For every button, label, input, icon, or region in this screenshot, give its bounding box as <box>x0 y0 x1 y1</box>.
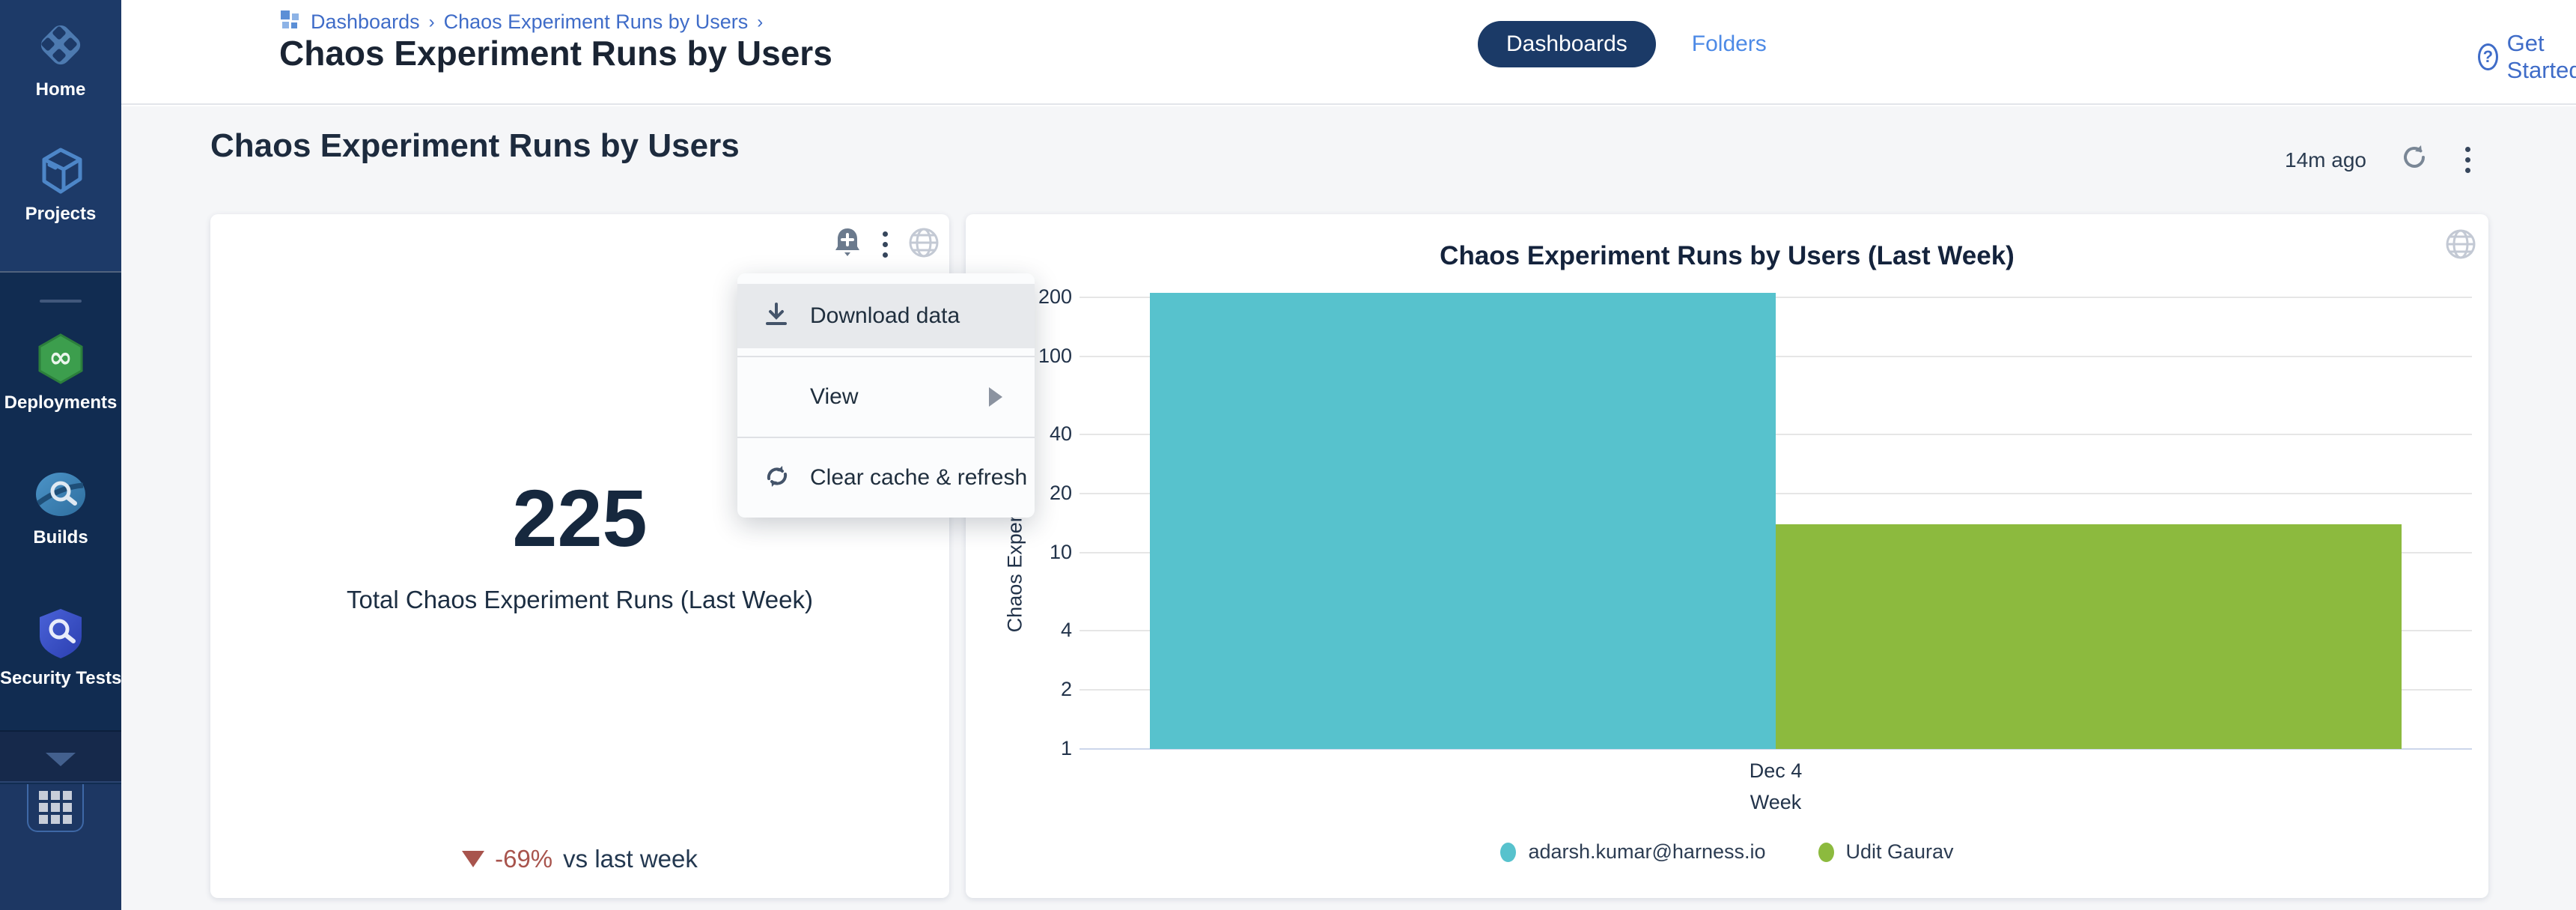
legend-dot-icon <box>1818 843 1834 862</box>
menu-item-download-data[interactable]: Download data <box>737 284 1035 348</box>
bar-series-1[interactable] <box>1150 293 1776 749</box>
question-circle-icon: ? <box>2478 43 2498 70</box>
tab-folders[interactable]: Folders <box>1692 31 1767 57</box>
download-icon <box>763 301 790 332</box>
down-triangle-icon <box>462 851 484 867</box>
sidebar-item-label: Security Tests <box>0 668 121 689</box>
breadcrumb-link-current[interactable]: Chaos Experiment Runs by Users <box>444 10 749 34</box>
sidebar-item-deployments[interactable]: ∞ Deployments <box>0 333 121 413</box>
sidebar-item-label: Builds <box>0 527 121 548</box>
kpi-delta-value: -69% <box>495 845 552 873</box>
submenu-arrow-icon <box>989 387 1002 407</box>
dashboard-refresh-controls: 14m ago <box>2285 142 2473 178</box>
sidebar-item-home[interactable]: Home <box>0 18 121 100</box>
harness-logo-icon <box>0 18 121 72</box>
sidebar-item-builds[interactable]: Builds <box>0 469 121 548</box>
sidebar-divider <box>40 300 82 303</box>
legend-item[interactable]: Udit Gaurav <box>1818 840 1954 864</box>
breadcrumb-link-dashboards[interactable]: Dashboards <box>311 10 420 34</box>
chart-tile: Chaos Experiment Runs by Users (Last Wee… <box>966 214 2488 898</box>
sidebar-item-label: Projects <box>0 204 121 225</box>
menu-item-clear-cache-refresh[interactable]: Clear cache & refresh <box>737 446 1035 510</box>
sidebar-item-label: Deployments <box>0 392 121 413</box>
menu-separator <box>737 437 1035 438</box>
sidebar-collapse-strip[interactable] <box>0 730 121 783</box>
menu-item-label: View <box>810 384 858 410</box>
kpi-delta: -69% vs last week <box>210 845 949 873</box>
sidebar-item-label: Home <box>0 79 121 100</box>
chart-legend: adarsh.kumar@harness.io Udit Gaurav <box>966 840 2488 864</box>
security-shield-icon <box>0 607 121 661</box>
breadcrumb-separator: › <box>757 12 763 33</box>
legend-item[interactable]: adarsh.kumar@harness.io <box>1500 840 1765 864</box>
globe-icon[interactable] <box>907 226 940 263</box>
get-started-label: Get Started <box>2507 30 2576 84</box>
dashboard-section-title: Chaos Experiment Runs by Users <box>210 127 740 165</box>
builds-drone-icon <box>0 469 121 520</box>
grid-icon <box>39 791 72 824</box>
x-axis-title: Week <box>1750 791 1802 814</box>
dashboard-content: Chaos Experiment Runs by Users 14m ago <box>121 106 2576 910</box>
page-title: Chaos Experiment Runs by Users <box>279 33 832 73</box>
menu-separator <box>737 356 1035 357</box>
svg-text:∞: ∞ <box>49 341 73 374</box>
breadcrumb: Dashboards › Chaos Experiment Runs by Us… <box>281 9 763 35</box>
legend-label: Udit Gaurav <box>1846 840 1954 864</box>
kpi-tile-more-icon[interactable] <box>880 228 891 261</box>
y-axis-tick-label: 10 <box>982 541 1072 564</box>
header-tabs: Dashboards Folders <box>1478 21 1767 67</box>
chevron-down-icon <box>46 753 76 766</box>
refresh-icon[interactable] <box>2399 142 2429 178</box>
bar-chart: Chaos Experiment Runs Dec 4 Week adarsh.… <box>966 214 2488 898</box>
deployments-hexagon-icon: ∞ <box>0 333 121 385</box>
projects-cube-icon <box>0 147 121 196</box>
kpi-delta-suffix: vs last week <box>563 845 698 873</box>
bar-series-2[interactable] <box>1776 524 2402 749</box>
sidebar-item-security-tests[interactable]: Security Tests <box>0 607 121 689</box>
last-refreshed-text: 14m ago <box>2285 148 2366 172</box>
kpi-caption: Total Chaos Experiment Runs (Last Week) <box>210 586 949 614</box>
top-header: Dashboards › Chaos Experiment Runs by Us… <box>121 0 2576 105</box>
y-axis-tick-label: 1 <box>982 737 1072 760</box>
legend-label: adarsh.kumar@harness.io <box>1528 840 1765 864</box>
y-axis-tick-label: 2 <box>982 678 1072 701</box>
app-root: Home Projects ∞ <box>0 0 2576 910</box>
menu-item-view[interactable]: View <box>737 365 1035 429</box>
module-grid-button[interactable] <box>27 784 84 832</box>
sidebar-bottom-section <box>0 784 121 910</box>
alert-bell-icon[interactable] <box>832 226 863 263</box>
tab-dashboards[interactable]: Dashboards <box>1478 21 1656 67</box>
dashboard-more-actions-icon[interactable] <box>2462 144 2473 176</box>
sync-refresh-icon <box>763 462 791 494</box>
menu-item-label: Download data <box>810 303 960 329</box>
get-started-link[interactable]: ? Get Started <box>2478 30 2576 84</box>
y-axis-tick-label: 4 <box>982 619 1072 642</box>
dashboards-grid-icon <box>281 9 302 35</box>
kpi-tile-toolbar <box>832 226 940 263</box>
sidebar-item-projects[interactable]: Projects <box>0 147 121 225</box>
legend-dot-icon <box>1500 843 1516 862</box>
tile-context-menu: Download data View Clear cache & refresh <box>737 273 1035 518</box>
breadcrumb-separator: › <box>429 12 435 33</box>
sidebar-nav: Home Projects ∞ <box>0 0 121 910</box>
x-axis-tick-label: Dec 4 <box>1750 759 1803 783</box>
menu-item-label: Clear cache & refresh <box>810 465 1027 491</box>
